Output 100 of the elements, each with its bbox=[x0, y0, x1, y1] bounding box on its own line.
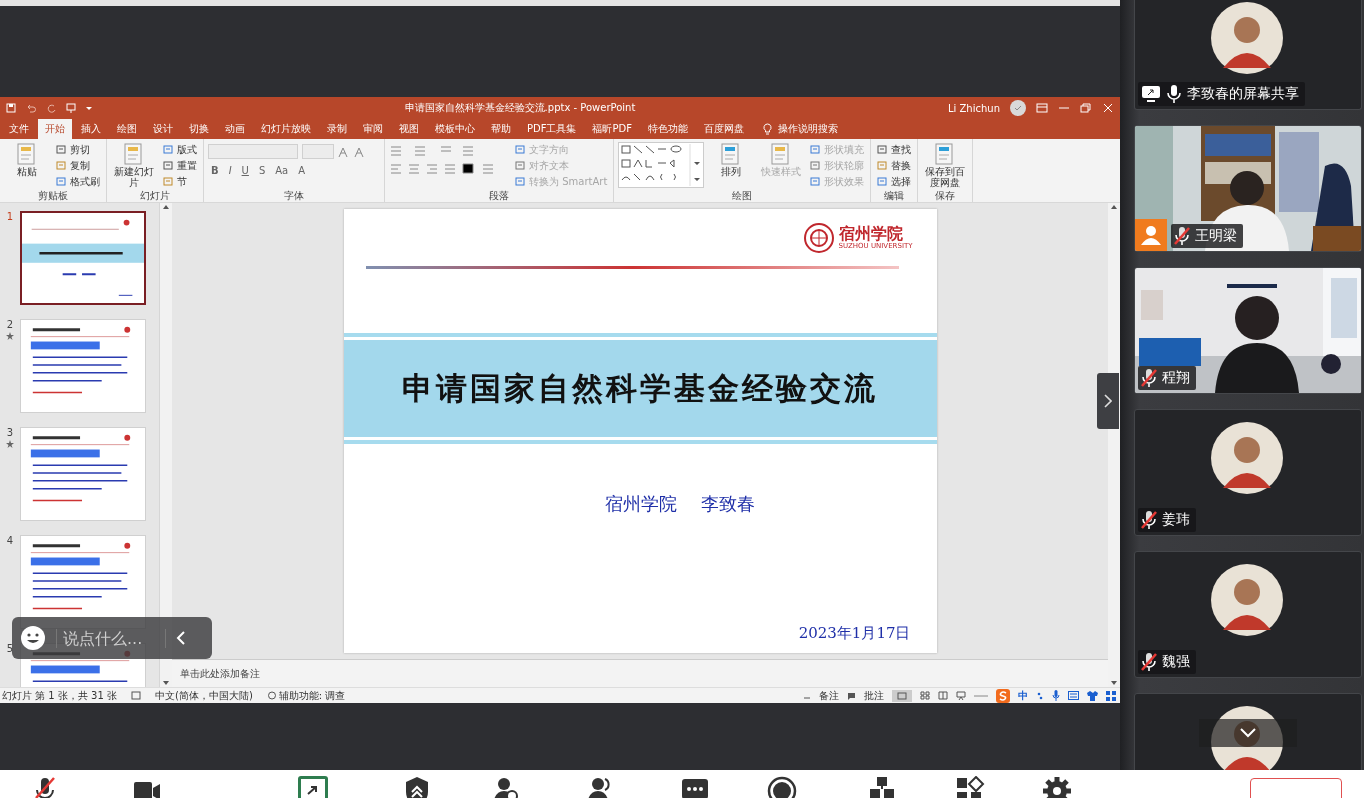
ribbon-button[interactable]: 重置 bbox=[161, 158, 199, 173]
seal-logo-icon bbox=[802, 222, 835, 254]
tool-icon bbox=[810, 144, 822, 155]
ribbon-tab[interactable]: 设计 bbox=[146, 119, 180, 139]
ribbon-tab[interactable]: 开始 bbox=[38, 119, 72, 139]
avatar bbox=[1211, 564, 1283, 636]
format-button[interactable]: B bbox=[208, 165, 222, 176]
tell-me-search[interactable]: 操作说明搜索 bbox=[777, 122, 838, 136]
spellcheck-icon[interactable] bbox=[131, 691, 141, 700]
sogou-icon[interactable] bbox=[996, 688, 1010, 703]
toolbar-button[interactable] bbox=[767, 776, 797, 798]
shape-gallery-drawing[interactable] bbox=[618, 142, 705, 188]
language-text[interactable]: 中文(简体，中国大陆) bbox=[155, 690, 253, 701]
reading-view-icon[interactable] bbox=[938, 691, 948, 700]
toolbar-button[interactable] bbox=[1042, 776, 1072, 798]
notes-placeholder[interactable]: 单击此处添加备注 bbox=[180, 666, 260, 681]
ribbon-tab[interactable]: 录制 bbox=[320, 119, 354, 139]
group-label: 绘图 bbox=[731, 189, 754, 202]
ribbon-button[interactable]: 保存到百度网盘 bbox=[922, 142, 969, 188]
ribbon-button[interactable]: 格式刷 bbox=[54, 174, 102, 189]
ribbon-button[interactable]: 剪切 bbox=[54, 142, 102, 157]
toolbar-button[interactable] bbox=[680, 776, 710, 798]
undo-icon[interactable] bbox=[26, 103, 36, 113]
author-name: 李致春 bbox=[701, 492, 755, 516]
format-button[interactable]: A bbox=[295, 165, 309, 176]
emoji-icon[interactable] bbox=[20, 625, 46, 651]
notes-button[interactable]: 备注 bbox=[819, 690, 839, 701]
comment-icon[interactable] bbox=[847, 691, 856, 700]
ribbon-tab[interactable]: 模板中心 bbox=[428, 119, 482, 139]
toolbar-button[interactable] bbox=[298, 776, 328, 798]
ribbon-button[interactable]: 替换 bbox=[875, 158, 914, 173]
ribbon-tab[interactable]: 帮助 bbox=[484, 119, 518, 139]
accessibility-text[interactable]: 辅助功能: 调查 bbox=[278, 690, 346, 701]
restore-icon[interactable] bbox=[1080, 103, 1092, 113]
accessibility-icon[interactable] bbox=[266, 690, 277, 700]
format-button[interactable]: U bbox=[238, 165, 252, 176]
tool-icon bbox=[163, 144, 174, 155]
participant-name: 李致春的屏幕共享 bbox=[1187, 85, 1299, 103]
ribbon-tab[interactable]: 动画 bbox=[218, 119, 252, 139]
ribbon-button[interactable]: 版式 bbox=[161, 142, 199, 157]
ribbon-display-icon[interactable] bbox=[1036, 103, 1048, 113]
ribbon-button[interactable]: 节 bbox=[161, 174, 199, 189]
ribbon-tab[interactable]: 切换 bbox=[182, 119, 216, 139]
ribbon-tab[interactable]: 审阅 bbox=[356, 119, 390, 139]
participant-name: 王明梁 bbox=[1195, 227, 1237, 245]
ribbon-tab[interactable]: 文件 bbox=[2, 119, 36, 139]
redo-icon[interactable] bbox=[46, 103, 56, 113]
chevron-left-icon[interactable] bbox=[176, 631, 186, 645]
close-icon[interactable] bbox=[1102, 103, 1114, 113]
font-size-field[interactable] bbox=[302, 144, 334, 159]
ribbon-button[interactable]: 排列 bbox=[708, 142, 755, 177]
avatar bbox=[1211, 2, 1283, 74]
record-icon bbox=[767, 776, 797, 798]
format-button[interactable]: Aa bbox=[272, 165, 292, 176]
chevron-right-icon bbox=[1104, 394, 1112, 408]
tool-icon bbox=[877, 160, 889, 171]
group-label: 保存 bbox=[934, 189, 957, 202]
slide-thumbnail[interactable] bbox=[20, 211, 146, 305]
avatar-icon[interactable] bbox=[1010, 100, 1026, 116]
sorter-view-icon[interactable] bbox=[920, 691, 930, 700]
ribbon-tab[interactable]: 插入 bbox=[74, 119, 108, 139]
ribbon-tab[interactable]: PDF工具集 bbox=[520, 119, 584, 139]
font-name-field[interactable] bbox=[208, 144, 298, 159]
tool-icon bbox=[56, 176, 67, 187]
grid-icon[interactable] bbox=[1106, 690, 1116, 701]
group-label: 幻灯片 bbox=[139, 189, 171, 202]
ribbon-tab[interactable]: 百度网盘 bbox=[696, 119, 751, 139]
punctuation-icon[interactable] bbox=[1036, 690, 1044, 701]
microphone-icon[interactable] bbox=[1052, 690, 1060, 701]
group-label: 编辑 bbox=[883, 189, 906, 202]
ribbon-button[interactable]: 粘贴 bbox=[4, 142, 50, 177]
ribbon-button[interactable]: 新建幻灯片 bbox=[111, 142, 157, 188]
ribbon-tab[interactable]: 视图 bbox=[392, 119, 426, 139]
expand-panel-button[interactable] bbox=[1097, 373, 1119, 429]
save-icon[interactable] bbox=[6, 103, 16, 113]
slide-number: 1 bbox=[6, 211, 14, 222]
shirt-icon[interactable] bbox=[1087, 690, 1098, 701]
chat-input-field[interactable]: 说点什么... bbox=[56, 628, 166, 648]
ribbon-tab[interactable]: 幻灯片放映 bbox=[254, 119, 318, 139]
normal-view-icon[interactable] bbox=[892, 689, 912, 702]
ribbon-button[interactable]: 复制 bbox=[54, 158, 102, 173]
ribbon-button[interactable]: 选择 bbox=[875, 174, 914, 189]
slideshow-icon[interactable] bbox=[956, 691, 966, 700]
ribbon-button[interactable]: 查找 bbox=[875, 142, 914, 157]
lightbulb-icon bbox=[762, 123, 772, 135]
comments-button[interactable]: 批注 bbox=[864, 690, 884, 701]
chevron-down-icon bbox=[1240, 728, 1256, 738]
ribbon-tab[interactable]: 绘图 bbox=[110, 119, 144, 139]
tool-icon bbox=[515, 144, 526, 155]
slide-number: 2 bbox=[6, 319, 14, 330]
tool-icon bbox=[810, 160, 822, 171]
ribbon-tab[interactable]: 福昕PDF bbox=[585, 119, 639, 139]
toolbar-button[interactable] bbox=[867, 776, 897, 798]
ime-mode[interactable]: 中 bbox=[1018, 690, 1028, 701]
format-button[interactable]: I bbox=[225, 165, 235, 176]
format-button[interactable]: S bbox=[255, 165, 269, 176]
keyboard-icon[interactable] bbox=[1068, 691, 1079, 700]
toolbar-button[interactable] bbox=[955, 776, 985, 798]
presentation-icon[interactable] bbox=[66, 103, 76, 113]
ribbon-tab[interactable]: 特色功能 bbox=[640, 119, 695, 139]
